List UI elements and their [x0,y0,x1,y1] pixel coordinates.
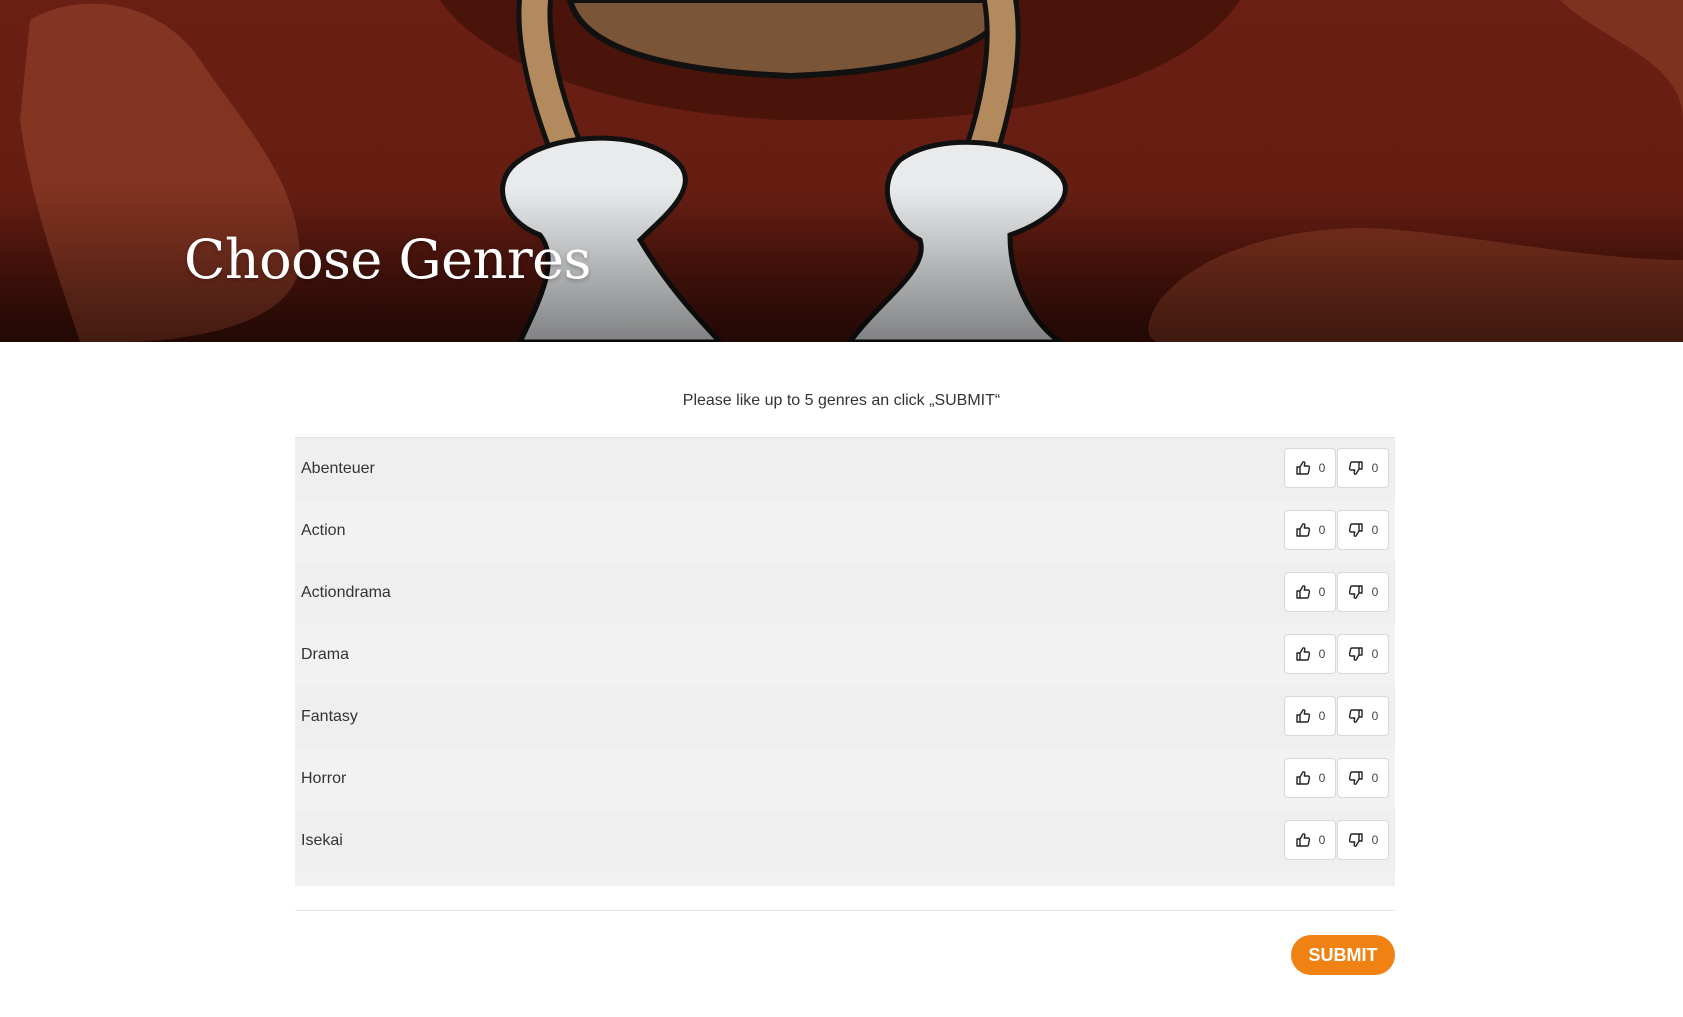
thumbs-down-icon [1348,584,1364,600]
genre-name: Isekai [301,832,343,849]
thumbs-down-icon [1348,646,1364,662]
thumbs-down-icon [1348,708,1364,724]
hero-banner: Choose Genres [0,0,1683,342]
vote-group: 00 [1284,820,1389,860]
thumbs-down-icon [1348,832,1364,848]
thumbs-up-icon [1295,460,1311,476]
submit-button[interactable]: SUBMIT [1291,935,1395,975]
genre-row: Abenteuer 0 0 [295,438,1395,500]
dislike-count: 0 [1371,771,1379,785]
like-count: 0 [1318,709,1326,723]
thumbs-down-icon [1348,522,1364,538]
genre-name: Action [301,522,346,539]
vote-group: 00 [1284,634,1389,674]
thumbs-up-icon [1295,522,1311,538]
like-button[interactable]: 0 [1284,696,1336,736]
genre-row: Isekai 0 0 [295,810,1395,872]
like-button[interactable]: 0 [1284,758,1336,798]
like-button[interactable]: 0 [1284,448,1336,488]
dislike-button[interactable]: 0 [1337,448,1389,488]
genre-name: Fantasy [301,708,358,725]
genre-name: Drama [301,646,350,663]
like-button[interactable]: 0 [1284,572,1336,612]
like-count: 0 [1318,461,1326,475]
genre-row: Fantasy 0 0 [295,686,1395,748]
like-button[interactable]: 0 [1284,634,1336,674]
like-count: 0 [1318,523,1326,537]
like-button[interactable]: 0 [1284,820,1336,860]
instructions-text: Please like up to 5 genres an click „SUB… [682,392,1001,409]
thumbs-up-icon [1295,832,1311,848]
vote-group: 00 [1284,448,1389,488]
like-button[interactable]: 0 [1284,510,1336,550]
thumbs-down-icon [1348,460,1364,476]
dislike-button[interactable]: 0 [1337,634,1389,674]
thumbs-up-icon [1295,770,1311,786]
vote-group: 00 [1284,510,1389,550]
like-count: 0 [1318,647,1326,661]
thumbs-up-icon [1295,584,1311,600]
genre-row: Action 0 0 [295,500,1395,562]
like-count: 0 [1318,833,1326,847]
genre-list: Abenteuer 0 0 Action 0 0 Actiondrama 0 0 Drama 0 0 F… [295,437,1395,886]
dislike-count: 0 [1371,647,1379,661]
genre-name: Actiondrama [301,584,391,601]
vote-group: 00 [1284,572,1389,612]
dislike-count: 0 [1371,461,1379,475]
like-count: 0 [1318,585,1326,599]
thumbs-up-icon [1295,646,1311,662]
vote-group: 00 [1284,696,1389,736]
thumbs-up-icon [1295,708,1311,724]
dislike-button[interactable]: 0 [1337,572,1389,612]
dislike-count: 0 [1371,709,1379,723]
thumbs-down-icon [1348,770,1364,786]
genre-row: Horror 0 0 [295,748,1395,810]
dislike-count: 0 [1371,523,1379,537]
dislike-button[interactable]: 0 [1337,696,1389,736]
genre-name: Horror [301,770,347,787]
vote-group: 00 [1284,758,1389,798]
dislike-button[interactable]: 0 [1337,510,1389,550]
divider [295,910,1395,911]
genre-name: Abenteuer [301,460,375,477]
like-count: 0 [1318,771,1326,785]
genre-row: Drama 0 0 [295,624,1395,686]
dislike-count: 0 [1371,833,1379,847]
dislike-count: 0 [1371,585,1379,599]
page-title: Choose Genres [184,228,591,291]
dislike-button[interactable]: 0 [1337,820,1389,860]
genre-row: Actiondrama 0 0 [295,562,1395,624]
dislike-button[interactable]: 0 [1337,758,1389,798]
